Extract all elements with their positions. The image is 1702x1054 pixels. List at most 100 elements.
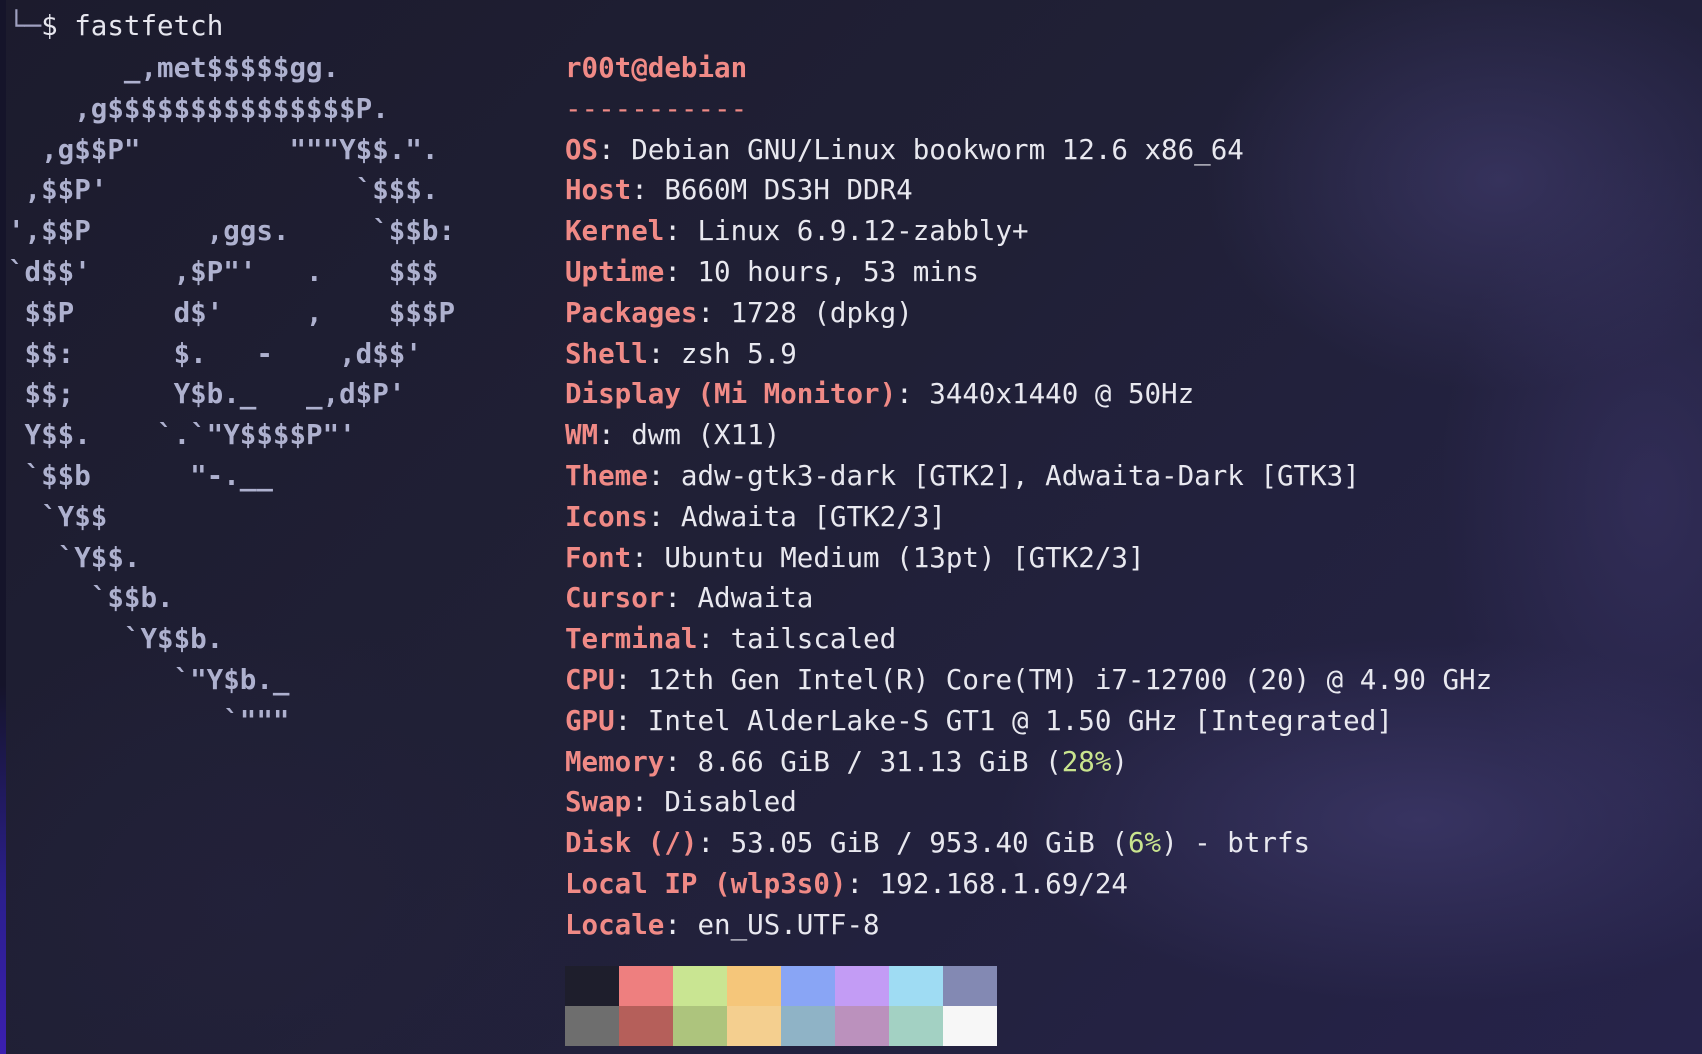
info-key: WM: [565, 419, 599, 452]
info-key: Packages: [565, 296, 698, 329]
color-swatch: [781, 966, 835, 1006]
ascii-logo-line: `Y$$: [8, 500, 108, 533]
info-colon: :: [614, 704, 648, 737]
color-swatch: [727, 1006, 781, 1046]
info-key: Swap: [565, 786, 632, 819]
info-key: Cursor: [565, 582, 665, 615]
color-swatch: [781, 1006, 835, 1046]
info-key: Host: [565, 174, 632, 207]
info-row: OS: Debian GNU/Linux bookworm 12.6 x86_6…: [565, 130, 1244, 170]
info-colon: :: [664, 745, 698, 778]
info-value: zsh 5.9: [680, 337, 797, 370]
prompt-command: fastfetch: [74, 10, 224, 42]
info-key: OS: [565, 133, 599, 166]
info-key: Local IP (wlp3s0): [565, 868, 847, 900]
info-row: Locale: en_US.UTF-8: [565, 905, 880, 945]
color-swatch: [565, 1006, 619, 1046]
ascii-logo-line: `"Y$b._: [8, 664, 290, 696]
ascii-logo-line: ,g$$P" """Y$$.".: [8, 133, 439, 166]
info-colon: :: [631, 541, 665, 574]
info-colon: :: [598, 133, 632, 166]
info-key: Memory: [565, 745, 665, 778]
info-row: Memory: 8.66 GiB / 31.13 GiB (28%): [565, 742, 1128, 782]
info-value: Adwaita [GTK2/3]: [680, 500, 946, 533]
info-value-suffix: ) - btrfs: [1161, 827, 1311, 860]
info-value: tailscaled: [730, 623, 897, 656]
info-value-suffix: ): [1111, 745, 1128, 778]
info-key: Locale: [565, 908, 665, 941]
ascii-logo-line: ,g$$$$$$$$$$$$$$$P.: [8, 92, 389, 125]
color-palette: [565, 966, 997, 1046]
info-value: Ubuntu Medium (13pt) [GTK2/3]: [664, 541, 1145, 574]
info-colon: :: [647, 460, 681, 492]
info-key: Disk (/): [565, 827, 698, 860]
ascii-logo-line: `$$b "-.__: [8, 460, 273, 492]
info-row: CPU: 12th Gen Intel(R) Core(TM) i7-12700…: [565, 660, 1492, 700]
info-value: Disabled: [664, 786, 797, 819]
info-percent: 28%: [1061, 745, 1112, 778]
prompt-corner: └─: [8, 10, 42, 42]
info-row: Host: B660M DS3H DDR4: [565, 170, 913, 210]
color-swatch: [943, 966, 997, 1006]
info-colon: :: [598, 419, 632, 452]
ascii-logo-line: $$; Y$b._ _,d$P': [8, 378, 406, 411]
color-swatch: [835, 966, 889, 1006]
ascii-logo-line: `Y$$b.: [8, 623, 224, 656]
ascii-logo-line: $$: $. - ,d$$': [8, 337, 422, 370]
shell-prompt: └─$ fastfetch: [8, 6, 223, 46]
info-row: Uptime: 10 hours, 53 mins: [565, 252, 979, 292]
info-row: Kernel: Linux 6.9.12-zabbly+: [565, 211, 1029, 251]
info-colon: :: [664, 256, 698, 288]
info-row: Local IP (wlp3s0): 192.168.1.69/24: [565, 864, 1128, 904]
color-swatch: [835, 1006, 889, 1046]
info-value: 12th Gen Intel(R) Core(TM) i7-12700 (20)…: [647, 664, 1493, 696]
info-value: dwm (X11): [631, 419, 781, 452]
info-value: 8.66 GiB / 31.13 GiB (: [697, 745, 1062, 778]
info-colon: :: [896, 378, 930, 411]
info-row: Font: Ubuntu Medium (13pt) [GTK2/3]: [565, 538, 1145, 578]
info-key: Theme: [565, 460, 648, 492]
ascii-logo-line: _,met$$$$$gg.: [8, 52, 340, 84]
info-row: GPU: Intel AlderLake-S GT1 @ 1.50 GHz [I…: [565, 701, 1393, 741]
info-row: Terminal: tailscaled: [565, 619, 896, 659]
info-colon: :: [647, 337, 681, 370]
ascii-logo-line: ',$$P ,ggs. `$$b:: [8, 215, 456, 248]
info-key: Kernel: [565, 215, 665, 248]
info-value: adw-gtk3-dark [GTK2], Adwaita-Dark [GTK3…: [680, 460, 1360, 492]
color-swatch: [619, 1006, 673, 1046]
info-colon: :: [631, 786, 665, 819]
user-host-title: r00t@debian: [565, 52, 748, 84]
info-row: Icons: Adwaita [GTK2/3]: [565, 497, 946, 537]
info-row: Display (Mi Monitor): 3440x1440 @ 50Hz: [565, 374, 1194, 414]
info-colon: :: [697, 296, 731, 329]
color-swatch: [727, 966, 781, 1006]
info-key: Uptime: [565, 256, 665, 288]
info-row: Cursor: Adwaita: [565, 578, 813, 618]
info-key: Font: [565, 541, 632, 574]
info-colon: :: [697, 827, 731, 860]
info-value: 10 hours, 53 mins: [697, 256, 979, 288]
info-colon: :: [614, 664, 648, 696]
ascii-logo-line: `$$b.: [8, 582, 174, 615]
color-swatch: [565, 966, 619, 1006]
info-key: CPU: [565, 664, 615, 696]
ascii-logo-line: Y$$. `.`"Y$$$$P"': [8, 419, 356, 452]
info-value: 1728 (dpkg): [730, 296, 913, 329]
title-separator: -----------: [565, 92, 748, 125]
info-row: Disk (/): 53.05 GiB / 953.40 GiB (6%) - …: [565, 823, 1310, 863]
info-value: Linux 6.9.12-zabbly+: [697, 215, 1029, 248]
color-swatch: [619, 966, 673, 1006]
color-swatch: [673, 966, 727, 1006]
info-value: 53.05 GiB / 953.40 GiB (: [730, 827, 1128, 860]
ascii-logo-line: ,$$P' `$$$.: [8, 174, 439, 207]
info-value: Intel AlderLake-S GT1 @ 1.50 GHz [Integr…: [647, 704, 1393, 737]
ascii-logo-line: `""": [8, 704, 290, 737]
info-value: Debian GNU/Linux bookworm 12.6 x86_64: [631, 133, 1244, 166]
info-value: en_US.UTF-8: [697, 908, 880, 941]
info-colon: :: [664, 582, 698, 615]
info-value: 3440x1440 @ 50Hz: [929, 378, 1195, 411]
info-percent: 6%: [1127, 827, 1162, 860]
info-row: WM: dwm (X11): [565, 415, 780, 455]
info-colon: :: [664, 215, 698, 248]
info-key: GPU: [565, 704, 615, 737]
